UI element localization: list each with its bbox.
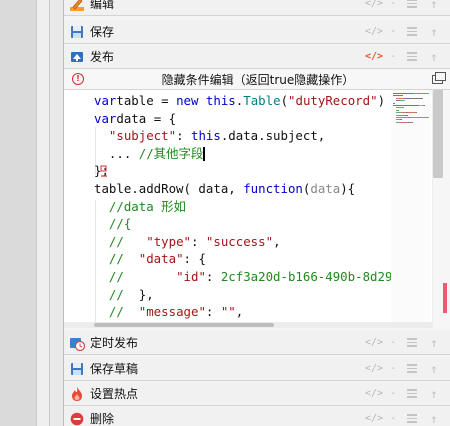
error-marker-icon [100,165,107,177]
code-editor-button[interactable]: </> [363,49,385,65]
menu-icon[interactable] [401,335,423,351]
move-up-icon[interactable]: ↑ [423,411,445,426]
minimap-line [416,112,417,114]
code-editor-button[interactable]: </> [363,411,385,426]
menu-icon[interactable] [401,24,423,40]
save-draft-icon [69,361,85,377]
fire-icon [69,386,85,402]
left-scroll-track[interactable] [36,0,50,426]
code-editor-button[interactable]: </> [363,335,385,351]
editor-title: 隐藏条件编辑（返回true隐藏操作） [161,72,355,87]
pencil-icon [69,0,85,12]
move-up-icon[interactable]: ↑ [423,386,445,402]
minimap-line [400,100,405,102]
minimap-line [408,112,416,114]
code-editor-button[interactable]: </> [363,24,385,40]
code-editor-button[interactable]: </> [363,361,385,377]
editor-horizontal-scrollbar[interactable] [64,322,432,328]
move-up-icon[interactable]: ↑ [423,361,445,377]
operation-label: 定时发布 [90,336,139,350]
operation-row-publish[interactable]: 发布 </> - ↑ [64,45,450,69]
minimap-line [411,105,418,106]
collapse-button[interactable]: - [385,335,401,351]
operation-label: 保存 [90,25,115,39]
operation-row-schedule-publish[interactable]: 定时发布 </> - ↑ [64,331,450,355]
row-tools: </> - ↑ [363,411,445,426]
row-tools: </> - ↑ [363,386,445,402]
menu-icon[interactable] [401,361,423,377]
scrollbar-thumb[interactable] [94,323,274,327]
code-minimap[interactable] [391,90,431,328]
error-icon: ! [72,73,84,85]
minimap-line [400,119,402,121]
operation-label: 设置热点 [90,387,139,401]
operation-row-fire[interactable]: 设置热点 </> - ↑ [64,382,450,406]
operation-label: 保存草稿 [90,362,139,376]
error-scroll-marker [443,283,447,313]
left-gutter [0,0,36,426]
menu-icon[interactable] [401,0,423,12]
collapse-button[interactable]: - [385,361,401,377]
operation-row-pencil[interactable]: 编辑 </> - ↑ [64,0,450,16]
move-up-icon[interactable]: ↑ [423,0,445,12]
minimap-line [410,97,423,99]
row-tools: </> - ↑ [363,0,445,12]
code-editor-button[interactable]: </> [363,0,385,12]
operation-label: 编辑 [90,0,115,11]
code-editor-button[interactable]: </> [363,386,385,402]
maximize-icon[interactable] [432,71,446,84]
operation-label: 删除 [90,412,115,426]
collapse-button[interactable]: - [385,24,401,40]
collapse-button[interactable]: - [385,386,401,402]
row-tools: </> - ↑ [363,361,445,377]
operations-panel: 编辑 </> - ↑ 保存 </> - ↑ 发布 </> - ↑ ! 隐藏条件编辑（返回true隐藏操… [63,0,450,426]
minimap-line [396,97,404,99]
minimap-line [405,114,408,116]
minimap-line [396,95,403,97]
minimap-line [400,121,408,123]
operation-row-save-disk[interactable]: 保存 </> - ↑ [64,20,450,44]
scrollbar-thumb[interactable] [433,90,443,178]
minimap-line [419,93,429,94]
minimap-line [410,117,429,118]
minimap-line [423,105,425,106]
save-disk-icon [69,24,85,40]
row-tools: </> - ↑ [363,24,445,40]
minimap-line [393,105,411,106]
menu-icon[interactable] [401,386,423,402]
collapse-button[interactable]: - [385,0,401,12]
operation-label: 发布 [90,50,115,64]
hidden-condition-editor-header: ! 隐藏条件编辑（返回true隐藏操作） [64,69,450,90]
move-up-icon[interactable]: ↑ [423,335,445,351]
minimap-line [412,121,413,123]
operation-row-delete[interactable]: 删除 </> - ↑ [64,407,450,426]
minimap-line [396,117,404,118]
publish-icon [69,49,85,65]
row-tools: </> - ↑ [363,49,445,65]
move-up-icon[interactable]: ↑ [423,24,445,40]
collapse-button[interactable]: - [385,411,401,426]
move-up-icon[interactable]: ↑ [423,49,445,65]
collapse-button[interactable]: - [385,49,401,65]
minimap-line [396,107,404,109]
delete-icon [69,411,85,426]
row-tools: </> - ↑ [363,335,445,351]
menu-icon[interactable] [401,49,423,65]
operation-row-save-draft[interactable]: 保存草稿 </> - ↑ [64,357,450,381]
minimap-line [393,102,395,104]
editor-vertical-scrollbar[interactable] [432,90,450,328]
text-cursor [203,147,205,162]
menu-icon[interactable] [401,411,423,426]
minimap-line [396,109,399,111]
minimap-line [396,93,403,94]
schedule-publish-icon [69,335,85,351]
